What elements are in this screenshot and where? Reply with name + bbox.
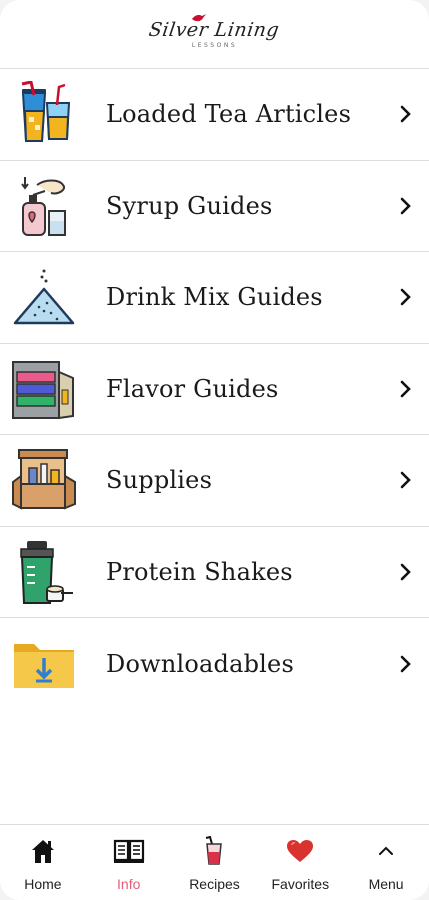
menu-item-label: Downloadables: [106, 649, 294, 678]
menu-item-syrup-guides[interactable]: Syrup Guides: [0, 161, 429, 252]
app-screen: Silver Lining LESSONS Loaded Tea Article…: [0, 0, 429, 900]
syrup-pump-icon: [10, 172, 78, 240]
menu-item-supplies[interactable]: Supplies: [0, 435, 429, 527]
tab-recipes[interactable]: Recipes: [172, 825, 258, 900]
heart-icon: [286, 835, 314, 867]
menu-item-label: Drink Mix Guides: [106, 283, 323, 312]
brand-logo: Silver Lining LESSONS: [147, 14, 282, 49]
home-icon: [29, 835, 57, 867]
chevron-right-icon: [397, 471, 415, 489]
menu-item-label: Loaded Tea Articles: [106, 100, 352, 129]
chevron-right-icon: [397, 197, 415, 215]
menu-item-drink-mix-guides[interactable]: Drink Mix Guides: [0, 252, 429, 344]
tab-home[interactable]: Home: [0, 825, 86, 900]
chevron-right-icon: [397, 288, 415, 306]
menu-item-flavor-guides[interactable]: Flavor Guides: [0, 344, 429, 435]
menu-item-label: Supplies: [106, 466, 213, 495]
guide-menu-list: Loaded Tea Articles Syrup Guides Drink M…: [0, 68, 429, 710]
menu-item-label: Flavor Guides: [106, 374, 279, 403]
chevron-right-icon: [397, 655, 415, 673]
bottom-tab-bar: Home Info Recipes Favorites Menu: [0, 824, 429, 900]
tab-label: Info: [117, 876, 141, 892]
tab-label: Recipes: [189, 876, 240, 892]
loaded-tea-cup-icon: [10, 80, 78, 148]
chevron-up-icon: [378, 835, 394, 867]
tab-favorites[interactable]: Favorites: [257, 825, 343, 900]
logo-script-text: Silver Lining: [147, 19, 282, 41]
menu-item-loaded-tea-articles[interactable]: Loaded Tea Articles: [0, 69, 429, 161]
menu-item-label: Protein Shakes: [106, 557, 293, 586]
menu-item-protein-shakes[interactable]: Protein Shakes: [0, 527, 429, 618]
shaker-bottle-icon: [10, 538, 78, 606]
menu-item-label: Syrup Guides: [106, 191, 273, 220]
powder-pile-icon: [10, 263, 78, 331]
tab-menu[interactable]: Menu: [343, 825, 429, 900]
logo-subtitle: LESSONS: [191, 42, 238, 49]
tab-label: Menu: [368, 876, 404, 892]
tab-info[interactable]: Info: [86, 825, 172, 900]
menu-item-downloadables[interactable]: Downloadables: [0, 618, 429, 710]
book-icon: [113, 835, 145, 867]
chevron-right-icon: [397, 105, 415, 123]
supplies-box-icon: [10, 446, 78, 514]
tab-label: Favorites: [271, 876, 330, 892]
app-header: Silver Lining LESSONS: [0, 0, 429, 68]
tab-label: Home: [24, 876, 62, 892]
drink-cup-icon: [203, 835, 225, 867]
flavor-organizer-icon: [10, 355, 78, 423]
download-folder-icon: [10, 630, 78, 698]
chevron-right-icon: [397, 563, 415, 581]
chevron-right-icon: [397, 380, 415, 398]
